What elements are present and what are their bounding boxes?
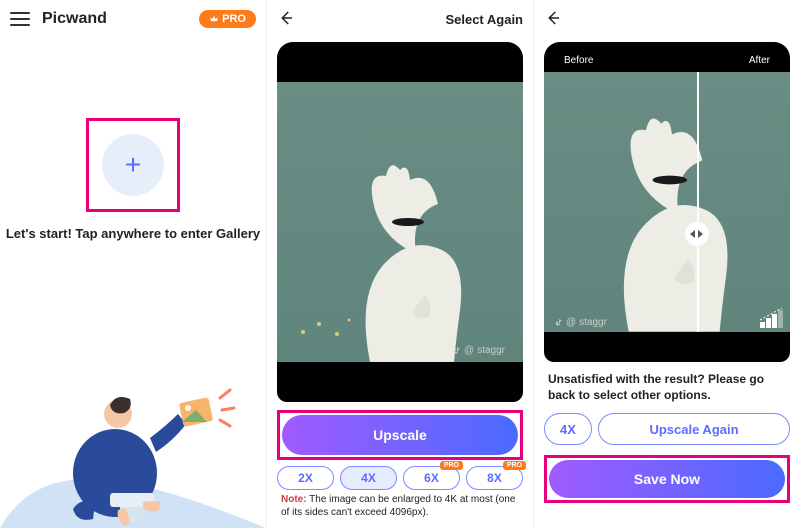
add-circle: +: [102, 134, 164, 196]
image-subject: [350, 162, 470, 362]
back-arrow-icon: [277, 9, 295, 27]
compare-image[interactable]: Before After @staggr: [544, 42, 790, 362]
save-now-button[interactable]: Save Now: [549, 460, 785, 498]
upscale-button[interactable]: Upscale: [282, 415, 518, 455]
scale-2x[interactable]: 2X: [277, 466, 334, 490]
pro-badge[interactable]: PRO: [199, 10, 256, 28]
onboarding-illustration: [0, 358, 266, 528]
add-image-button[interactable]: +: [86, 118, 180, 212]
scale-chip-4x[interactable]: 4X: [544, 413, 592, 445]
scale-6x[interactable]: 6XPRO: [403, 466, 460, 490]
image-credit: @staggr: [452, 345, 505, 356]
plus-icon: +: [125, 149, 141, 181]
upscale-again-button[interactable]: Upscale Again: [598, 413, 790, 445]
menu-icon[interactable]: [10, 12, 30, 26]
back-arrow-icon: [544, 9, 562, 27]
back-button[interactable]: [544, 9, 562, 30]
preview-image: @staggr: [277, 42, 523, 402]
pro-mini-badge: PRO: [503, 461, 526, 470]
back-button[interactable]: [277, 9, 295, 30]
crown-icon: [209, 14, 219, 24]
save-button-highlight: Save Now: [544, 455, 790, 503]
tiktok-icon: [452, 346, 461, 355]
scale-8x[interactable]: 8XPRO: [466, 466, 523, 490]
upscale-button-highlight: Upscale: [277, 410, 523, 460]
app-title: Picwand: [42, 10, 187, 28]
after-pill: After: [739, 52, 780, 69]
image-specks: [297, 312, 357, 342]
image-credit: @staggr: [554, 317, 607, 328]
compare-divider: [697, 72, 699, 332]
image-subject: [607, 115, 737, 332]
compare-slider-handle[interactable]: [685, 222, 709, 246]
quality-indicator-icon: [760, 308, 784, 328]
scale-options: 2X 4X 6XPRO 8XPRO: [277, 466, 523, 490]
pro-label: PRO: [222, 13, 246, 25]
tiktok-icon: [554, 318, 563, 327]
upscale-note: Note: The image can be enlarged to 4K at…: [281, 494, 519, 519]
unsatisfied-text: Unsatisfied with the result? Please go b…: [548, 372, 786, 403]
scale-4x[interactable]: 4X: [340, 466, 397, 490]
select-again-link[interactable]: Select Again: [445, 12, 523, 27]
before-pill: Before: [554, 52, 603, 69]
pro-mini-badge: PRO: [440, 461, 463, 470]
start-prompt[interactable]: Let's start! Tap anywhere to enter Galle…: [0, 226, 266, 241]
